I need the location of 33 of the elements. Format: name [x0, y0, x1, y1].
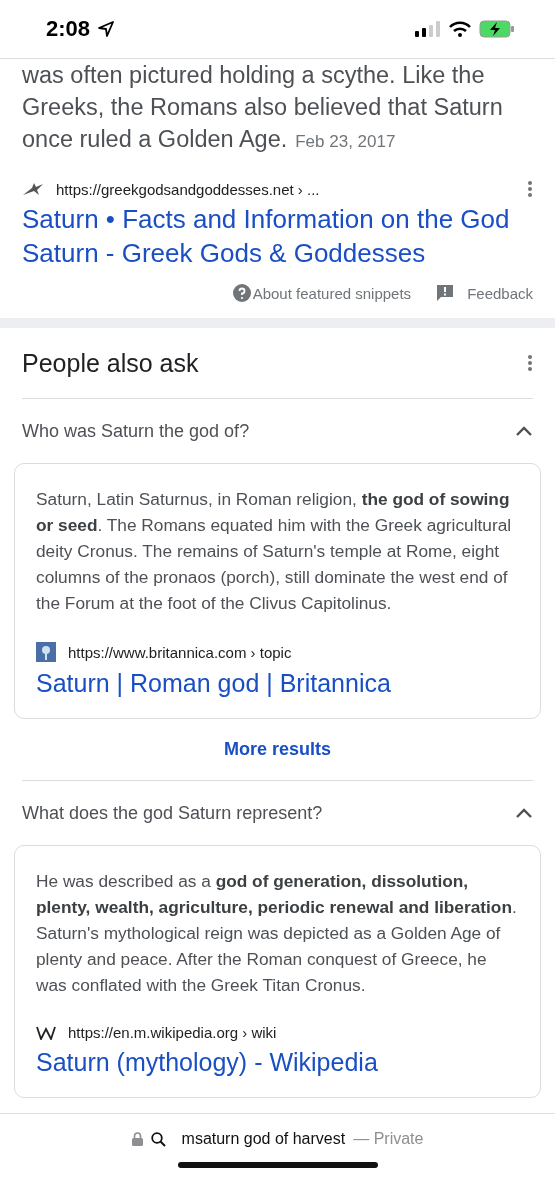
snippet-text: was often pictured holding a scythe. Like the Greeks, the Romans also believed that Saturn once ruled a Golden Age. Feb 23, 2017 — [22, 61, 504, 154]
answer-text: He was described as a god of generation, dissolution, plenty, wealth, agriculture, periodic renewal and liberation. Saturn's mythological reign was depicted as a Golden Age of plenty and peace. After the Roman conquest of Greece, he was conflated with the Greek Titan Cronus. — [36, 870, 518, 997]
result-title-link[interactable]: Saturn • Facts and Information on the God Saturn - Greek Gods & Goddesses — [22, 202, 533, 270]
status-time: 2:08 — [46, 16, 91, 42]
feedback-link[interactable]: Feedback — [437, 284, 533, 302]
source-url: https://greekgodsandgoddesses.net › ... — [56, 180, 321, 198]
result-title-link[interactable]: Saturn (mythology) - Wikipedia — [36, 1045, 519, 1079]
search-icon — [150, 1131, 166, 1147]
location-arrow-icon — [98, 21, 115, 37]
more-results-link[interactable]: More results — [22, 719, 533, 781]
help-icon — [232, 284, 251, 302]
result-title-link[interactable]: Saturn | Roman god | Britannica — [36, 666, 519, 700]
search-query: msaturn god of harvest — [181, 1130, 346, 1148]
question-row[interactable]: Who was Saturn the god of? — [22, 399, 533, 463]
private-label: — Private — [353, 1130, 424, 1148]
more-options-icon[interactable] — [527, 354, 533, 372]
feedback-icon — [437, 285, 454, 301]
battery-charging-icon — [479, 20, 515, 38]
signal-icon — [415, 21, 441, 37]
source-url: https://en.m.wikipedia.org › wiki — [68, 1024, 278, 1041]
thistle-logo-icon — [36, 642, 56, 662]
chevron-up-icon[interactable] — [515, 807, 533, 819]
section-heading: People also ask — [22, 348, 199, 378]
more-options-icon[interactable] — [527, 180, 533, 198]
chevron-up-icon[interactable] — [515, 425, 533, 437]
source-url: https://www.britannica.com › topic — [68, 643, 293, 661]
bird-logo-icon — [22, 182, 44, 196]
answer-text: Saturn, Latin Saturnus, in Roman religion, the god of sowing or seed. The Romans equated him with the Greek agricultural deity Cronus. The remains of Saturn's temple at Rome, eight columns of the pronaos (porch), still dominate the west end of the Forum at the foot of the Clivus Capitolinus. — [36, 488, 513, 615]
wifi-icon — [449, 21, 471, 37]
question-row[interactable]: What does the god Saturn represent? — [22, 781, 533, 845]
w-logo-icon — [36, 1025, 56, 1040]
lock-icon — [131, 1132, 143, 1146]
about-snippets-link[interactable]: About featured snippets — [232, 284, 412, 302]
